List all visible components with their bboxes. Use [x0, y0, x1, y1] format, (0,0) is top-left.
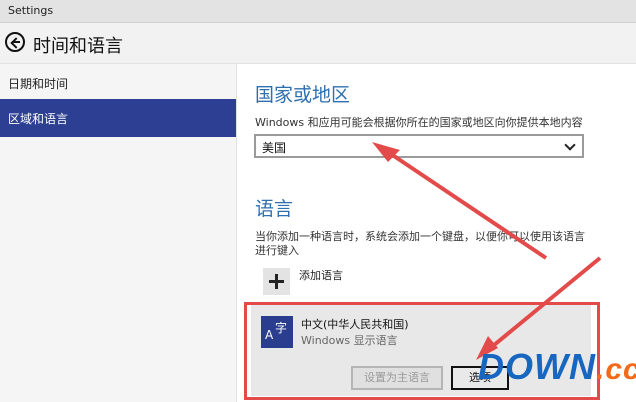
add-language-label[interactable]: 添加语言	[299, 267, 343, 283]
sidebar-item-label: 日期和时间	[8, 77, 69, 91]
region-description: Windows 和应用可能会根据你所在的国家或地区向你提供本地内容	[255, 116, 583, 129]
watermark-tld: .cc	[595, 353, 636, 386]
country-region-select[interactable]: 美国	[254, 134, 584, 158]
page-header: 时间和语言	[0, 23, 636, 64]
page-title: 时间和语言	[33, 36, 123, 57]
watermark-logo: DOWN.cc	[478, 346, 636, 396]
sidebar-item-region-language[interactable]: 区域和语言	[0, 99, 236, 137]
language-description-line1: 当你添加一种语言时，系统会添加一个键盘，以便你可以使用该语言	[255, 230, 585, 243]
watermark-text: DOWN	[478, 346, 596, 387]
sidebar-item-date-time[interactable]: 日期和时间	[0, 64, 236, 102]
window-title: Settings	[8, 4, 54, 17]
country-region-value: 美国	[262, 141, 287, 155]
window-titlebar: Settings	[0, 0, 636, 23]
add-language-plus-icon[interactable]	[263, 268, 290, 295]
sidebar-item-label: 区域和语言	[8, 112, 69, 126]
language-description-line2: 进行键入	[255, 244, 299, 257]
region-heading: 国家或地区	[255, 84, 351, 106]
sidebar: 日期和时间 区域和语言	[0, 64, 237, 402]
language-heading: 语言	[255, 198, 294, 220]
chevron-down-icon	[564, 139, 576, 151]
back-arrow-icon[interactable]	[5, 32, 25, 52]
